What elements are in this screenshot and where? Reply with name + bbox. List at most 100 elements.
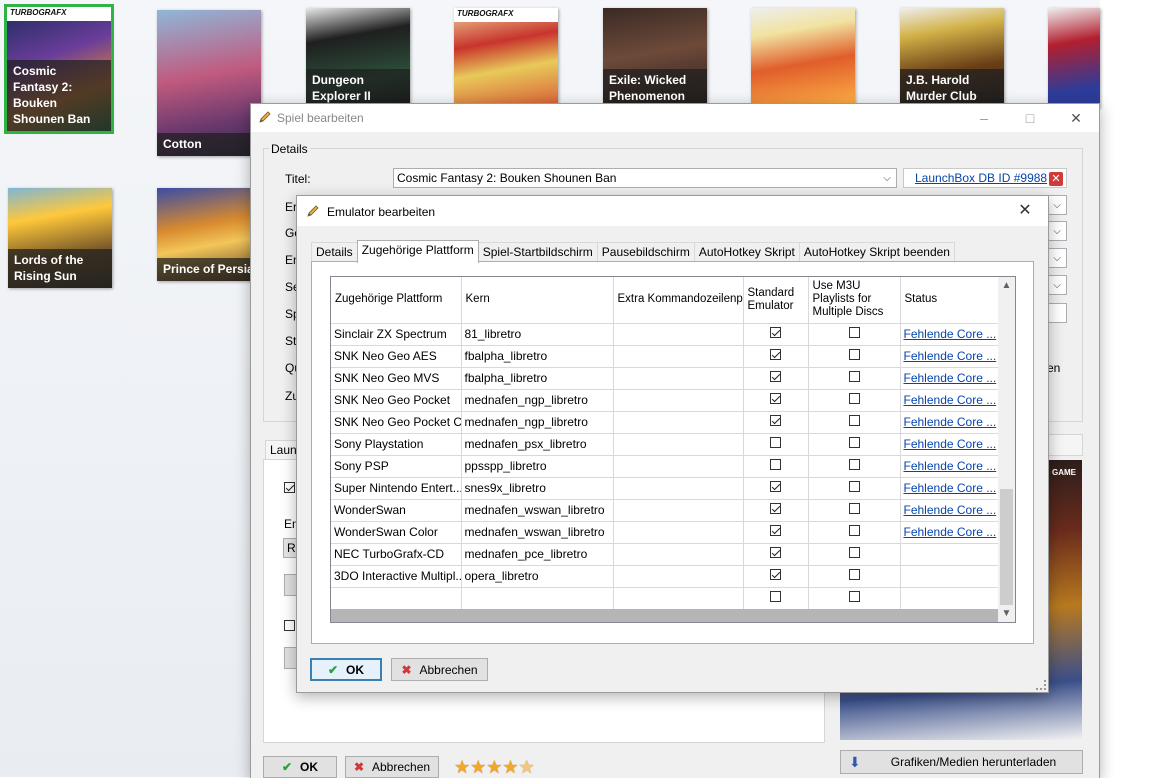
m3u-cell[interactable] (808, 323, 901, 346)
m3u-checkbox[interactable] (848, 393, 860, 404)
m3u-cell[interactable] (808, 367, 901, 390)
table-row[interactable]: WonderSwan Color mednafen_wswan_libretro F… (331, 521, 999, 544)
platform-cell[interactable]: WonderSwan Color (331, 521, 462, 544)
game-tile[interactable]: Dungeon Explorer II (306, 8, 410, 108)
cancel-button[interactable]: ✖ Abbrechen (345, 756, 439, 778)
tab-autohotkey-script[interactable]: AutoHotkey Skript (693, 242, 800, 262)
extra-args-cell[interactable] (613, 543, 744, 566)
m3u-cell[interactable] (808, 499, 901, 522)
default-emulator-checkbox[interactable] (770, 327, 781, 338)
game-tile[interactable]: Cotton (157, 10, 261, 156)
m3u-checkbox[interactable] (848, 349, 860, 360)
extra-args-cell[interactable] (613, 455, 744, 478)
m3u-checkbox[interactable] (848, 525, 860, 536)
vertical-scrollbar[interactable]: ▲ ▼ (998, 277, 1015, 622)
scrollbar-thumb[interactable] (1000, 489, 1013, 605)
close-button[interactable]: ✕ (1002, 197, 1048, 225)
core-cell[interactable]: snes9x_libretro (461, 477, 614, 500)
field-combobox[interactable]: ⌵ (1047, 221, 1067, 241)
m3u-cell[interactable] (808, 587, 901, 610)
core-cell[interactable]: ppsspp_libretro (461, 455, 614, 478)
platform-cell[interactable]: NEC TurboGrafx-CD (331, 543, 462, 566)
table-row[interactable]: SNK Neo Geo Pocket mednafen_ngp_libretro F… (331, 389, 999, 412)
m3u-checkbox[interactable] (848, 569, 860, 580)
default-emulator-checkbox[interactable] (770, 591, 781, 602)
m3u-cell[interactable] (808, 411, 901, 434)
tab-autohotkey-exit-script[interactable]: AutoHotkey Skript beenden (798, 242, 955, 262)
table-row[interactable]: SNK Neo Geo AES fbalpha_libretro Fehlende … (331, 345, 999, 368)
platform-cell[interactable]: SNK Neo Geo AES (331, 345, 462, 368)
extra-args-cell[interactable] (613, 367, 744, 390)
tab-pause-screen[interactable]: Pausebildschirm (596, 242, 695, 262)
download-media-button[interactable]: ⬇ Grafiken/Medien herunterladen (840, 750, 1083, 774)
platform-cell[interactable]: Sony Playstation (331, 433, 462, 456)
m3u-cell[interactable] (808, 345, 901, 368)
core-cell[interactable]: mednafen_psx_libretro (461, 433, 614, 456)
game-tile[interactable]: Exile: Wicked Phenomenon (603, 8, 707, 108)
column-header-default-emulator[interactable]: Standard Emulator (743, 277, 809, 324)
m3u-checkbox[interactable] (848, 415, 860, 426)
extra-args-cell[interactable] (613, 323, 744, 346)
table-row[interactable]: Sony PSP ppsspp_libretro Fehlende Core ... (331, 455, 999, 478)
table-row[interactable]: Super Nintendo Entert... snes9x_libretro F… (331, 477, 999, 500)
tab-associated-platforms[interactable]: Zugehörige Plattform (356, 240, 479, 263)
default-emulator-checkbox[interactable] (770, 547, 781, 558)
table-row[interactable]: WonderSwan mednafen_wswan_libretro Fehlend… (331, 499, 999, 522)
tab-startup-screen[interactable]: Spiel-Startbildschirm (477, 242, 598, 262)
game-tile[interactable]: TURBOGRAFX Cosmic Fantasy 2: Bouken Shou… (4, 4, 114, 134)
m3u-cell[interactable] (808, 477, 901, 500)
field-combobox[interactable]: ⌵ (1047, 248, 1067, 268)
status-cell[interactable]: Fehlende Core ... (900, 433, 999, 456)
status-cell[interactable]: Fehlende Core ... (900, 499, 999, 522)
core-cell[interactable]: mednafen_wswan_libretro (461, 499, 614, 522)
resize-grip-icon[interactable] (1036, 680, 1046, 690)
default-emulator-cell[interactable] (743, 499, 809, 522)
field-input[interactable] (1047, 303, 1067, 323)
default-emulator-checkbox[interactable] (770, 481, 781, 492)
extra-args-cell[interactable] (613, 389, 744, 412)
star-icon[interactable]: ★ (454, 757, 470, 777)
minimize-button[interactable]: – (961, 104, 1007, 132)
m3u-checkbox[interactable] (848, 547, 860, 558)
column-header-status[interactable]: Status (900, 277, 999, 324)
star-rating[interactable]: ★★★★★ (454, 757, 535, 777)
game-tile[interactable] (1048, 8, 1100, 108)
status-link[interactable]: Fehlende Core ... (904, 437, 997, 451)
table-row[interactable]: Sinclair ZX Spectrum 81_libretro Fehlende … (331, 323, 999, 346)
m3u-checkbox[interactable] (848, 503, 860, 514)
table-row[interactable]: SNK Neo Geo MVS fbalpha_libretro Fehlende … (331, 367, 999, 390)
table-row[interactable]: Sony Playstation mednafen_psx_libretro Feh… (331, 433, 999, 456)
status-link[interactable]: Fehlende Core ... (904, 393, 997, 407)
m3u-checkbox[interactable] (848, 591, 860, 602)
game-tile[interactable] (751, 8, 855, 108)
star-icon[interactable]: ★ (502, 757, 518, 777)
status-cell[interactable] (900, 587, 999, 610)
game-tile[interactable]: Lords of the Rising Sun (8, 188, 112, 288)
close-button[interactable]: ✕ (1053, 104, 1099, 132)
core-cell[interactable]: fbalpha_libretro (461, 345, 614, 368)
m3u-checkbox[interactable] (848, 481, 860, 492)
platform-cell[interactable]: Sony PSP (331, 455, 462, 478)
status-link[interactable]: Fehlende Core ... (904, 503, 997, 517)
core-cell[interactable]: fbalpha_libretro (461, 367, 614, 390)
star-icon[interactable]: ★ (486, 757, 502, 777)
default-emulator-checkbox[interactable] (770, 371, 781, 382)
extra-args-cell[interactable] (613, 587, 744, 610)
extra-args-cell[interactable] (613, 345, 744, 368)
m3u-checkbox[interactable] (848, 437, 860, 448)
scroll-down-arrow[interactable]: ▼ (998, 605, 1015, 622)
m3u-checkbox[interactable] (848, 459, 860, 470)
default-emulator-cell[interactable] (743, 587, 809, 610)
title-combobox[interactable]: Cosmic Fantasy 2: Bouken Shounen Ban ⌵ (393, 168, 897, 188)
default-emulator-cell[interactable] (743, 565, 809, 588)
default-emulator-cell[interactable] (743, 323, 809, 346)
core-cell[interactable]: opera_libretro (461, 565, 614, 588)
status-cell[interactable]: Fehlende Core ... (900, 477, 999, 500)
clear-db-id-button[interactable]: ✕ (1049, 172, 1063, 186)
extra-args-cell[interactable] (613, 433, 744, 456)
star-icon[interactable]: ★ (519, 757, 535, 777)
cancel-button[interactable]: ✖ Abbrechen (391, 658, 488, 681)
core-cell[interactable] (461, 587, 614, 610)
m3u-cell[interactable] (808, 455, 901, 478)
default-emulator-cell[interactable] (743, 477, 809, 500)
